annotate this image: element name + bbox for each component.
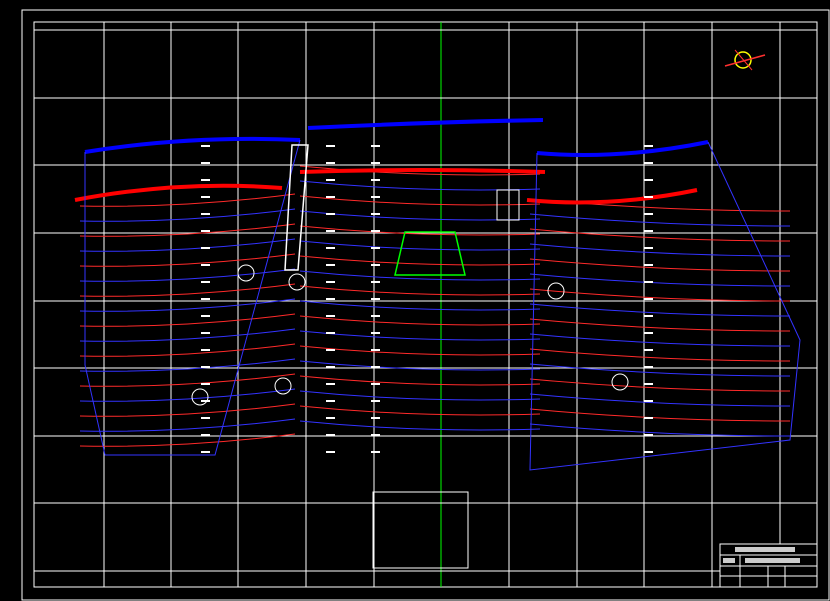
elevation-marker	[371, 298, 380, 300]
elevation-marker	[201, 247, 210, 249]
elevation-marker	[326, 417, 335, 419]
elevation-marker	[201, 434, 210, 436]
elevation-marker	[644, 145, 653, 147]
elevation-marker	[326, 247, 335, 249]
elevation-marker	[644, 230, 653, 232]
title-block	[719, 543, 818, 588]
elevation-marker	[326, 349, 335, 351]
elevation-marker	[326, 383, 335, 385]
elevation-marker	[644, 366, 653, 368]
elevation-marker	[644, 417, 653, 419]
elevation-marker	[371, 230, 380, 232]
cad-drawing[interactable]	[0, 0, 830, 601]
elevation-marker	[326, 298, 335, 300]
elevation-marker	[201, 417, 210, 419]
elevation-marker	[371, 145, 380, 147]
elevation-marker	[326, 196, 335, 198]
elevation-marker	[371, 213, 380, 215]
elevation-marker	[326, 162, 335, 164]
elevation-marker	[371, 196, 380, 198]
elevation-marker	[326, 179, 335, 181]
elevation-marker	[371, 400, 380, 402]
elevation-marker	[201, 264, 210, 266]
elevation-marker	[201, 281, 210, 283]
elevation-marker	[371, 349, 380, 351]
elevation-marker	[201, 400, 210, 402]
elevation-marker	[644, 281, 653, 283]
elevation-marker	[371, 162, 380, 164]
elevation-marker	[644, 315, 653, 317]
elevation-marker	[201, 230, 210, 232]
elevation-marker	[201, 196, 210, 198]
elevation-marker	[644, 451, 653, 453]
elevation-marker	[644, 213, 653, 215]
elevation-marker	[371, 417, 380, 419]
elevation-marker	[644, 298, 653, 300]
elevation-marker	[644, 332, 653, 334]
elevation-marker	[644, 162, 653, 164]
elevation-marker	[326, 400, 335, 402]
roadway-red-middle	[299, 168, 546, 174]
elevation-marker	[371, 332, 380, 334]
elevation-marker	[326, 230, 335, 232]
elevation-marker	[371, 179, 380, 181]
elevation-marker	[201, 145, 210, 147]
elevation-marker	[326, 145, 335, 147]
elevation-marker	[326, 315, 335, 317]
elevation-marker	[326, 366, 335, 368]
elevation-marker	[371, 366, 380, 368]
elevation-marker	[644, 179, 653, 181]
elevation-marker	[201, 349, 210, 351]
elevation-marker	[644, 434, 653, 436]
elevation-marker	[644, 247, 653, 249]
elevation-marker	[644, 196, 653, 198]
elevation-marker	[371, 281, 380, 283]
elevation-marker	[371, 434, 380, 436]
elevation-marker	[201, 451, 210, 453]
elevation-marker	[371, 315, 380, 317]
elevation-marker	[371, 264, 380, 266]
elevation-marker	[326, 281, 335, 283]
elevation-marker	[201, 162, 210, 164]
elevation-marker	[644, 264, 653, 266]
elevation-marker	[201, 179, 210, 181]
elevation-marker	[326, 264, 335, 266]
elevation-marker	[201, 383, 210, 385]
elevation-marker	[201, 366, 210, 368]
elevation-marker	[644, 349, 653, 351]
elevation-marker	[644, 383, 653, 385]
elevation-marker	[326, 451, 335, 453]
elevation-marker	[371, 247, 380, 249]
elevation-marker	[326, 213, 335, 215]
elevation-marker	[326, 332, 335, 334]
elevation-marker	[326, 434, 335, 436]
elevation-marker	[371, 383, 380, 385]
elevation-marker	[201, 332, 210, 334]
elevation-marker	[644, 400, 653, 402]
elevation-marker	[201, 213, 210, 215]
elevation-marker	[371, 451, 380, 453]
elevation-marker	[201, 298, 210, 300]
elevation-marker	[201, 315, 210, 317]
